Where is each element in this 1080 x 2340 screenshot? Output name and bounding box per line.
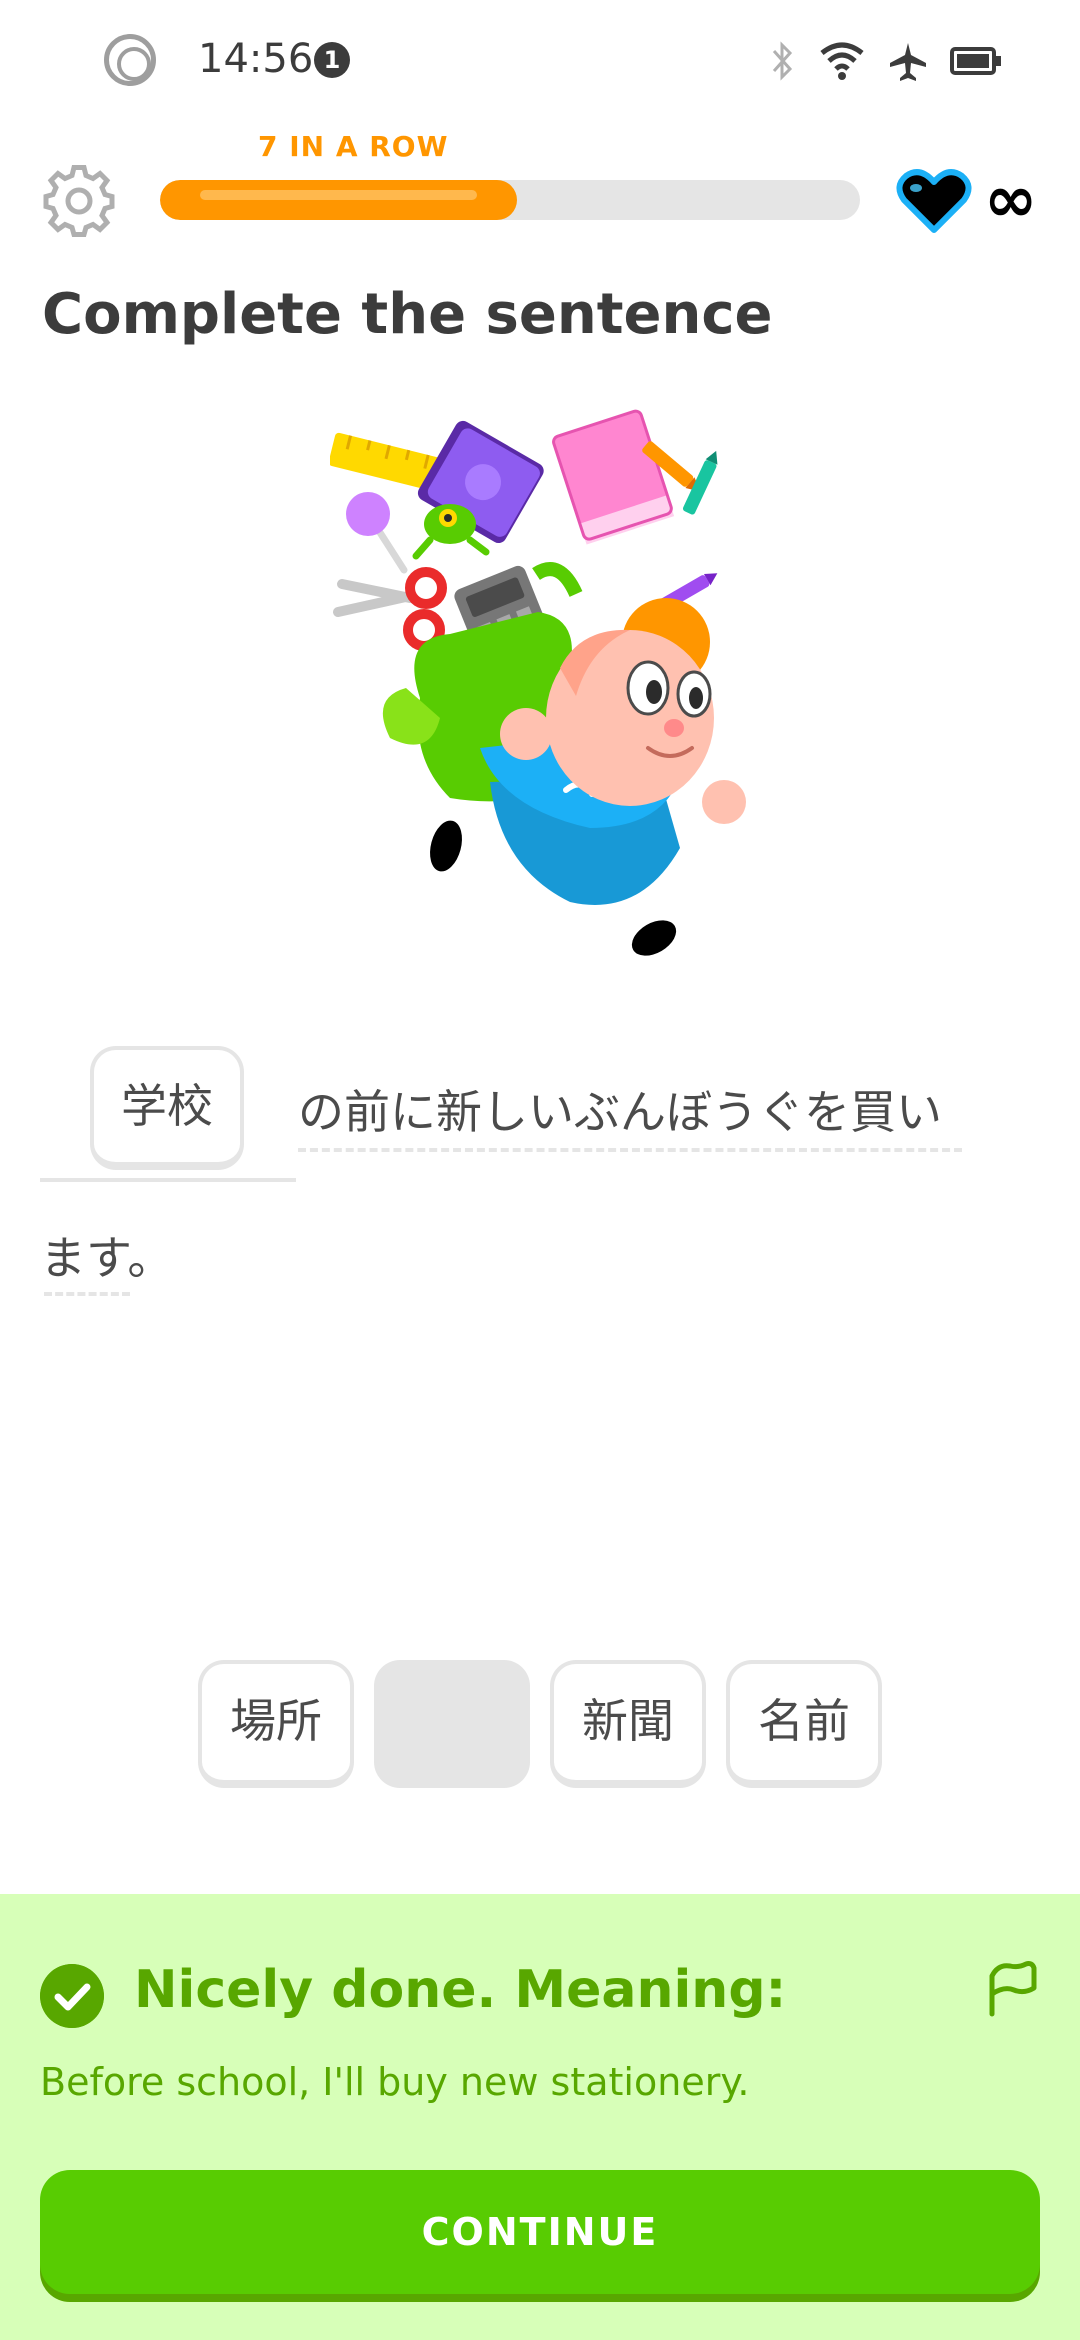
progress-fill xyxy=(160,180,517,220)
selected-answer-chip[interactable]: 学校 xyxy=(90,1046,244,1170)
airplane-icon xyxy=(890,43,926,81)
battery-icon xyxy=(950,47,1001,75)
word-bank-option[interactable]: 新聞 xyxy=(550,1660,706,1788)
feedback-meaning: Before school, I'll buy new stationery. xyxy=(40,2060,750,2104)
feedback-title: Nicely done. Meaning: xyxy=(134,1960,787,2020)
streak-label: 7 IN A ROW xyxy=(258,130,449,163)
word-bank-option[interactable]: 名前 xyxy=(726,1660,882,1788)
sentence-text-part2[interactable]: ます。 xyxy=(40,1222,173,1288)
heart-icon[interactable] xyxy=(896,166,972,236)
progress-shine xyxy=(200,190,477,200)
report-flag-icon[interactable] xyxy=(984,1958,1038,2018)
sentence-hint-underline xyxy=(298,1148,962,1152)
bluetooth-icon xyxy=(772,41,793,81)
continue-button[interactable]: CONTINUE xyxy=(40,2170,1040,2294)
status-bar: 14:56 1 xyxy=(0,0,1080,120)
character-illustration xyxy=(330,409,746,956)
word-bank-option[interactable]: 場所 xyxy=(198,1660,354,1788)
wifi-icon xyxy=(820,42,864,80)
word-bank-option-used xyxy=(374,1660,530,1788)
check-icon xyxy=(40,1964,104,2028)
lesson-progress-bar xyxy=(160,180,860,220)
word-bank: 場所 新聞 名前 xyxy=(198,1660,882,1788)
screen-record-icon xyxy=(104,34,156,86)
page-title: Complete the sentence xyxy=(42,282,773,347)
sentence-hint-underline xyxy=(44,1292,130,1296)
feedback-panel: Nicely done. Meaning: Before school, I'l… xyxy=(0,1894,1080,2340)
clock: 14:56 xyxy=(198,36,314,82)
hearts-count: ∞ xyxy=(984,163,1038,237)
answer-blank-line xyxy=(40,1178,296,1182)
notification-badge: 1 xyxy=(314,42,350,78)
status-icons xyxy=(770,36,1002,86)
sentence-text-part1[interactable]: の前に新しいぶんぼうぐを買い xyxy=(298,1076,942,1142)
gear-icon[interactable] xyxy=(42,164,116,238)
